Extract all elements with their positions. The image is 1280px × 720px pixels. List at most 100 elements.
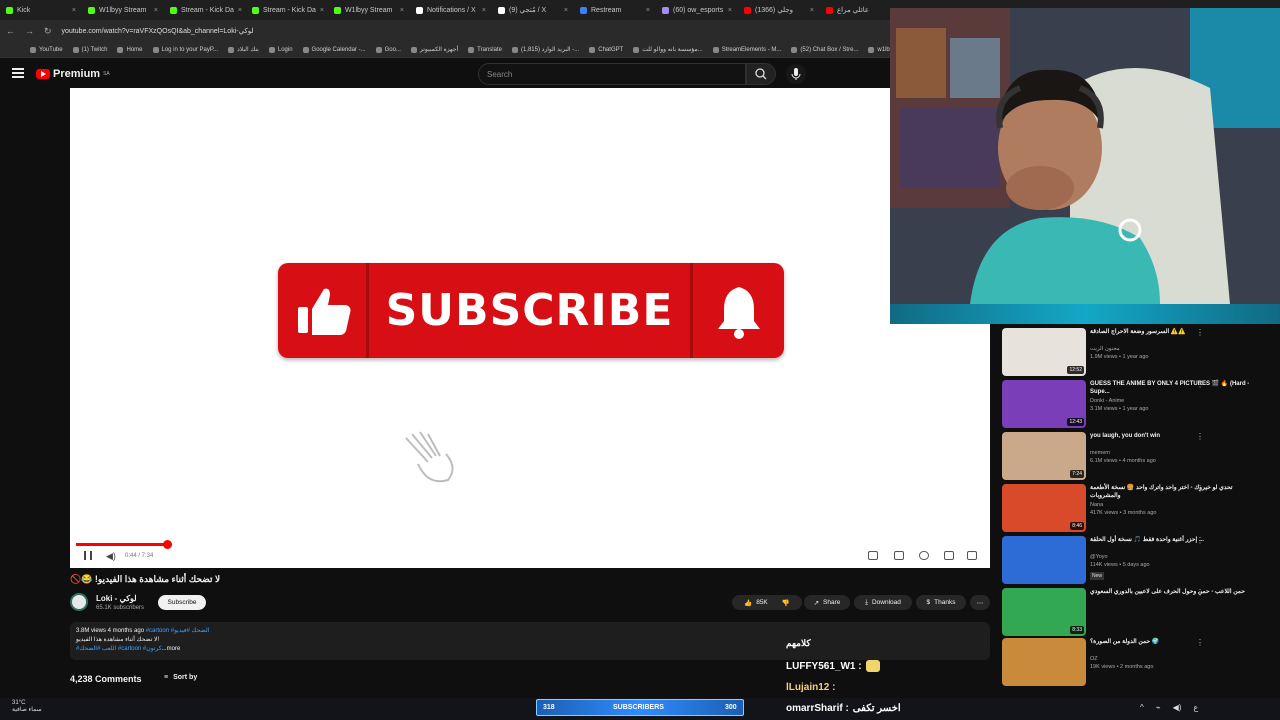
bookmark-item[interactable]: ChatGPT <box>589 46 623 53</box>
video-title[interactable]: تحدي لو خيروك - اختر واحد واترك واحد 🍔 ن… <box>1090 484 1260 500</box>
theater-mode-icon[interactable] <box>944 551 954 560</box>
scrubber-handle[interactable] <box>162 540 172 549</box>
description-box[interactable]: 3.8M views 4 months ago #cartoon #الضحك … <box>70 622 990 660</box>
browser-tab[interactable]: Restream × <box>574 0 656 20</box>
recommended-video[interactable]: 12:43 GUESS THE ANIME BY ONLY 4 PICTURES … <box>1002 380 1272 432</box>
language-icon[interactable]: ع <box>1193 703 1198 712</box>
channel-avatar[interactable] <box>70 593 88 611</box>
recommended-video[interactable]: 12:52 السرسور وضعة الاحراج الصادقة ⚠️⚠️ مج… <box>1002 328 1272 380</box>
browser-tab[interactable]: Stream - Kick Da × <box>246 0 328 20</box>
video-player[interactable]: SUBSCRIBE <box>70 88 990 568</box>
bookmark-item[interactable]: (52) Chat Box / Stre... <box>791 46 858 53</box>
video-title[interactable]: حمن اللاعب - حمن وحول الحرف على لاعبين ب… <box>1090 588 1260 596</box>
youtube-logo[interactable]: Premium SA <box>36 68 110 80</box>
more-options-icon[interactable]: ⋮ <box>1196 432 1204 441</box>
video-thumbnail[interactable] <box>1002 638 1086 686</box>
more-options-icon[interactable]: ⋮ <box>1196 588 1204 597</box>
browser-tab[interactable]: Notifications / X × <box>410 0 492 20</box>
browser-tab[interactable]: (9) مُتجي / X × <box>492 0 574 20</box>
thumbs-down-icon[interactable]: 👎 <box>782 599 790 607</box>
voice-search-button[interactable] <box>786 64 806 84</box>
weather-widget[interactable]: 31°C سماء صافية <box>12 700 42 714</box>
share-button[interactable]: ↗ Share <box>804 595 850 610</box>
back-icon[interactable]: ← <box>6 26 15 36</box>
more-options-icon[interactable]: ⋮ <box>1196 536 1204 545</box>
tab-close-icon[interactable]: × <box>646 7 650 14</box>
channel-name[interactable]: Loki - لوكي <box>96 594 137 603</box>
browser-tab[interactable]: W1lbyy Stream × <box>82 0 164 20</box>
hashtags[interactable]: #cartoon #الضحك #فيديو <box>146 628 210 634</box>
tab-close-icon[interactable]: × <box>238 7 242 14</box>
recommended-video[interactable]: 7:24 you laugh, you don't win memem 6.1M vi… <box>1002 432 1272 484</box>
bookmark-item[interactable]: أجهزة الكمبيوتر <box>410 46 458 53</box>
forward-icon[interactable]: → <box>25 26 34 36</box>
bookmark-item[interactable]: بنك البلاد <box>228 46 259 53</box>
bookmark-item[interactable]: (1) Twitch <box>72 46 107 53</box>
bookmark-item[interactable]: Login <box>268 46 293 53</box>
bookmark-item[interactable]: Log in to your PayP... <box>152 46 218 53</box>
captions-icon[interactable] <box>894 551 904 560</box>
download-button[interactable]: ⤓ Download <box>854 595 912 610</box>
tab-close-icon[interactable]: × <box>564 7 568 14</box>
browser-tab[interactable]: Kick × <box>0 0 82 20</box>
more-actions-button[interactable]: ⋯ <box>970 595 990 610</box>
subscribe-button[interactable]: Subscribe <box>158 595 206 610</box>
bookmark-item[interactable]: Goo... <box>375 46 401 53</box>
recommended-video[interactable]: حمن الدولة من الصورة؟ 🌍 OZ 19K views • 2 m… <box>1002 638 1272 690</box>
tab-close-icon[interactable]: × <box>728 7 732 14</box>
reload-icon[interactable]: ↻ <box>44 26 52 37</box>
bookmark-item[interactable]: StreamElements - M... <box>712 46 781 53</box>
video-thumbnail[interactable] <box>1002 536 1086 584</box>
tab-close-icon[interactable]: × <box>320 7 324 14</box>
url-field[interactable]: youtube.com/watch?v=raVFXzQOsQI&ab_chann… <box>62 27 254 35</box>
search-input[interactable]: Search <box>478 63 746 85</box>
tab-close-icon[interactable]: × <box>72 7 76 14</box>
more-link[interactable]: ...more <box>162 646 181 652</box>
bookmark-item[interactable]: Google Calendar -... <box>302 46 366 53</box>
volume-icon[interactable]: ◀) <box>106 551 116 562</box>
video-channel[interactable]: Nana <box>1090 502 1103 508</box>
progress-bar[interactable] <box>76 540 984 549</box>
bookmark-item[interactable]: Translate <box>468 46 502 53</box>
settings-gear-icon[interactable] <box>919 551 929 560</box>
more-options-icon[interactable]: ⋮ <box>1196 484 1204 493</box>
recommended-video[interactable]: إحزر أغنية واحدة فقط 🎵 نسخة أول الحلقة .… <box>1002 536 1272 588</box>
fullscreen-icon[interactable] <box>967 551 977 560</box>
browser-tab[interactable]: W1lbyy Stream × <box>328 0 410 20</box>
tab-close-icon[interactable]: × <box>400 7 404 14</box>
recommended-video[interactable]: 8:46 تحدي لو خيروك - اختر واحد واترك واحد… <box>1002 484 1272 536</box>
video-thumbnail[interactable]: 12:43 <box>1002 380 1086 428</box>
bookmark-item[interactable]: Home <box>117 46 143 53</box>
bookmark-item[interactable]: YouTube <box>30 46 63 53</box>
tab-close-icon[interactable]: × <box>810 7 814 14</box>
video-channel[interactable]: @Yoyo <box>1090 554 1108 560</box>
video-title[interactable]: السرسور وضعة الاحراج الصادقة ⚠️⚠️ <box>1090 328 1260 336</box>
video-title[interactable]: إحزر أغنية واحدة فقط 🎵 نسخة أول الحلقة .… <box>1090 536 1260 544</box>
browser-tab[interactable]: (60) ow_esports × <box>656 0 738 20</box>
video-channel[interactable]: مجنون الزيت <box>1090 346 1120 352</box>
menu-icon[interactable] <box>12 68 24 78</box>
hashtags[interactable]: #اللعب #الضحك #cartoon #كرتون <box>76 646 162 652</box>
volume-tray-icon[interactable]: ◀) <box>1173 703 1182 712</box>
browser-tab[interactable]: Stream - Kick Da × <box>164 0 246 20</box>
autoplay-toggle-icon[interactable] <box>868 551 878 560</box>
thanks-button[interactable]: $ Thanks <box>916 595 966 610</box>
sort-by-button[interactable]: ≡ Sort by <box>164 674 197 681</box>
pause-icon[interactable] <box>84 551 92 560</box>
tab-close-icon[interactable]: × <box>154 7 158 14</box>
more-options-icon[interactable]: ⋮ <box>1196 380 1204 389</box>
chevron-up-icon[interactable]: ^ <box>1140 703 1144 712</box>
like-dislike-button[interactable]: 👍 85K 👎 <box>732 595 802 610</box>
video-thumbnail[interactable]: 8:33 <box>1002 588 1086 636</box>
search-button[interactable] <box>746 63 776 85</box>
video-channel[interactable]: OZ <box>1090 656 1098 662</box>
video-thumbnail[interactable]: 8:46 <box>1002 484 1086 532</box>
video-thumbnail[interactable]: 12:52 <box>1002 328 1086 376</box>
bookmark-item[interactable]: (1,815) البريد الوارد -... <box>511 46 579 53</box>
video-channel[interactable]: memem <box>1090 450 1110 456</box>
network-icon[interactable]: ⌁ <box>1156 703 1161 712</box>
video-title[interactable]: حمن الدولة من الصورة؟ 🌍 <box>1090 638 1260 646</box>
tab-close-icon[interactable]: × <box>482 7 486 14</box>
video-thumbnail[interactable]: 7:24 <box>1002 432 1086 480</box>
video-channel[interactable]: Donki - Anime <box>1090 398 1124 404</box>
